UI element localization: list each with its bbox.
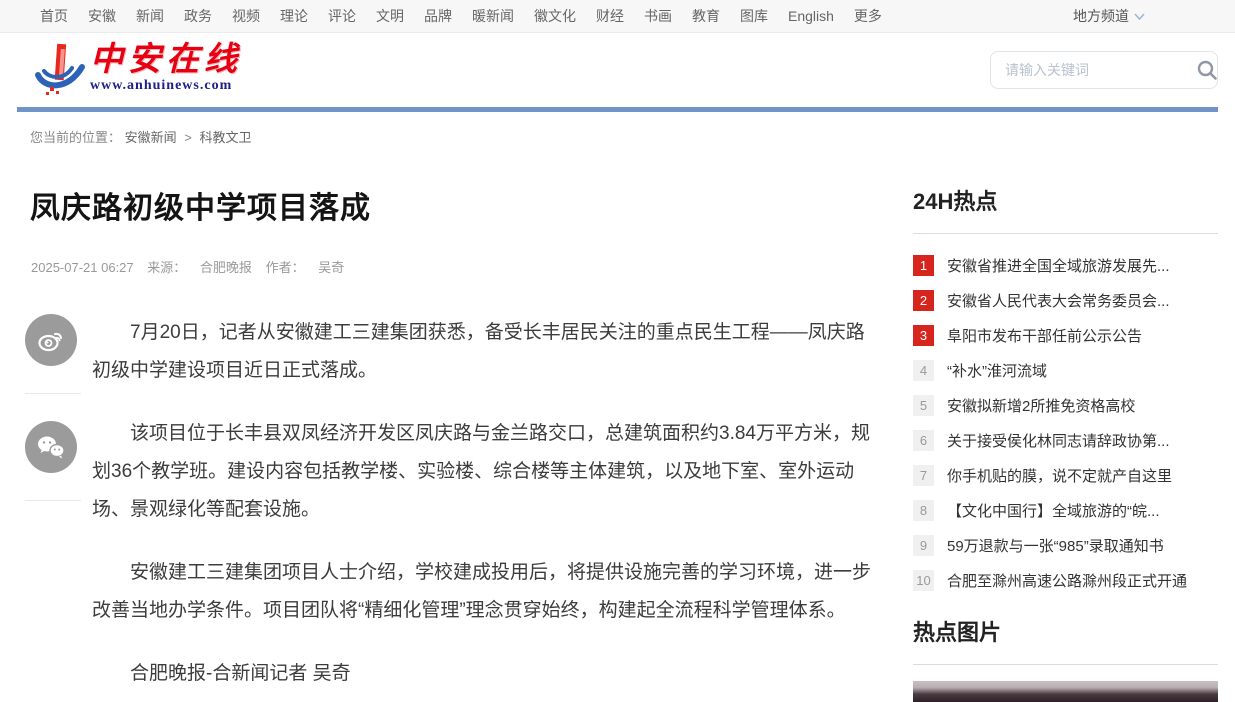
nav-item-anhui[interactable]: 安徽 [88,6,116,26]
hot-item-title: 【文化中国行】全域旅游的“皖... [947,500,1160,521]
hot-list-item[interactable]: 3 阜阳市发布干部任前公示公告 [913,325,1218,346]
article-paragraphs: 7月20日，记者从安徽建工三建集团获悉，备受长丰居民关注的重点民生工程——凤庆路… [92,314,880,702]
article-author: 吴奇 [318,260,344,275]
article-author-label: 作者： [266,260,305,275]
hot-list-item[interactable]: 6 关于接受侯化林同志请辞政协第... [913,430,1218,451]
article-paragraph: 7月20日，记者从安徽建工三建集团获悉，备受长丰居民关注的重点民生工程——凤庆路… [92,314,880,390]
share-weibo-wrap [25,314,81,394]
article-meta: 2025-07-21 06:27 来源： 合肥晚报 作者： 吴奇 [31,257,880,276]
region-channel-dropdown[interactable]: 地方频道 [1073,6,1145,26]
hot-item-title: 合肥至滁州高速公路滁州段正式开通 [947,570,1187,591]
nav-item-home[interactable]: 首页 [40,6,68,26]
hot-list-item[interactable]: 5 安徽拟新增2所推免资格高校 [913,395,1218,416]
logo-title: 中安在线 [90,41,242,77]
hot-item-title: 59万退款与一张“985”录取通知书 [947,535,1164,556]
rank-badge: 10 [913,570,934,591]
breadcrumb-prefix: 您当前的位置： [30,130,121,145]
hot-news-list: 1 安徽省推进全国全域旅游发展先... 2 安徽省人民代表大会常务委员会... … [913,255,1218,591]
search-input[interactable] [991,52,1196,88]
region-channel-label: 地方频道 [1073,6,1129,26]
nav-item-gov[interactable]: 政务 [184,6,212,26]
nav-item-huiculture[interactable]: 徽文化 [534,6,576,26]
rank-badge: 7 [913,465,934,486]
site-logo[interactable]: 中安在线 www.anhuinews.com [30,41,242,99]
hot-item-title: 你手机贴的膜，说不定就产自这里 [947,465,1172,486]
hot-item-title: 安徽拟新增2所推免资格高校 [947,395,1135,416]
article-date: 2025-07-21 06:27 [31,260,134,275]
share-wechat-button[interactable] [25,421,77,473]
rank-badge: 5 [913,395,934,416]
sidebar: 24H热点 1 安徽省推进全国全域旅游发展先... 2 安徽省人民代表大会常务委… [913,146,1218,702]
rank-badge: 3 [913,325,934,346]
search-icon [1196,59,1218,81]
hot-item-title: “补水”淮河流域 [947,360,1047,381]
article-paragraph: 安徽建工三建集团项目人士介绍，学校建成投用后，将提供设施完善的学习环境，进一步改… [92,554,880,630]
nav-item-education[interactable]: 教育 [692,6,720,26]
article-body: 7月20日，记者从安徽建工三建集团获悉，备受长丰居民关注的重点民生工程——凤庆路… [22,314,880,702]
hot-list-item[interactable]: 10 合肥至滁州高速公路滁州段正式开通 [913,570,1218,591]
rank-badge: 2 [913,290,934,311]
nav-item-painting[interactable]: 书画 [644,6,672,26]
nav-item-finance[interactable]: 财经 [596,6,624,26]
hot-list-item[interactable]: 4 “补水”淮河流域 [913,360,1218,381]
search-box [990,51,1218,89]
hot-list-item[interactable]: 8 【文化中国行】全域旅游的“皖... [913,500,1218,521]
hot-list-item[interactable]: 9 59万退款与一张“985”录取通知书 [913,535,1218,556]
rank-badge: 6 [913,430,934,451]
share-wechat-wrap [25,421,81,501]
weibo-icon [36,325,66,355]
article-byline: 合肥晚报-合新闻记者 吴奇 [92,655,880,693]
nav-item-video[interactable]: 视频 [232,6,260,26]
breadcrumb-separator: > [184,130,192,145]
top-navigation: 首页 安徽 新闻 政务 视频 理论 评论 文明 品牌 暖新闻 徽文化 财经 书画… [0,0,1235,33]
nav-item-brand[interactable]: 品牌 [424,6,452,26]
nav-item-civility[interactable]: 文明 [376,6,404,26]
nav-item-theory[interactable]: 理论 [280,6,308,26]
nav-item-warmnews[interactable]: 暖新闻 [472,6,514,26]
rank-badge: 1 [913,255,934,276]
rank-badge: 4 [913,360,934,381]
hot-photo-thumbnail[interactable] [913,681,1218,702]
hot-item-title: 关于接受侯化林同志请辞政协第... [947,430,1170,451]
nav-item-news[interactable]: 新闻 [136,6,164,26]
nav-item-more[interactable]: 更多 [854,6,882,26]
breadcrumb-link-section[interactable]: 安徽新闻 [125,130,177,145]
logo-text: 中安在线 www.anhuinews.com [90,41,242,94]
chevron-down-icon [1134,13,1145,20]
hot-list-item[interactable]: 2 安徽省人民代表大会常务委员会... [913,290,1218,311]
site-header: 中安在线 www.anhuinews.com [0,33,1235,107]
main-content: 凤庆路初级中学项目落成 2025-07-21 06:27 来源： 合肥晚报 作者… [0,146,1235,702]
hot-photos-heading: 热点图片 [913,615,1218,665]
article-source-label: 来源： [147,260,186,275]
hot-item-title: 安徽省推进全国全域旅游发展先... [947,255,1170,276]
logo-site-url: www.anhuinews.com [90,78,242,94]
logo-swoosh-icon [30,41,88,99]
hot-news-heading: 24H热点 [913,184,1218,234]
hot-item-title: 安徽省人民代表大会常务委员会... [947,290,1170,311]
nav-item-gallery[interactable]: 图库 [740,6,768,26]
article-title: 凤庆路初级中学项目落成 [30,183,880,227]
article-source: 合肥晚报 [200,260,252,275]
breadcrumb-link-subsection[interactable]: 科教文卫 [200,130,252,145]
share-rail [22,314,92,702]
nav-item-comment[interactable]: 评论 [328,6,356,26]
article-column: 凤庆路初级中学项目落成 2025-07-21 06:27 来源： 合肥晚报 作者… [22,146,880,702]
breadcrumb: 您当前的位置： 安徽新闻 > 科教文卫 [30,127,1235,146]
rank-badge: 9 [913,535,934,556]
hot-item-title: 阜阳市发布干部任前公示公告 [947,325,1142,346]
article-paragraph: 该项目位于长丰县双凤经济开发区凤庆路与金兰路交口，总建筑面积约3.84万平方米，… [92,415,880,529]
wechat-icon [35,432,67,462]
share-weibo-button[interactable] [25,314,77,366]
rank-badge: 8 [913,500,934,521]
search-button[interactable] [1196,52,1218,88]
header-accent-bar [17,107,1218,112]
hot-list-item[interactable]: 1 安徽省推进全国全域旅游发展先... [913,255,1218,276]
hot-list-item[interactable]: 7 你手机贴的膜，说不定就产自这里 [913,465,1218,486]
nav-item-english[interactable]: English [788,8,834,24]
